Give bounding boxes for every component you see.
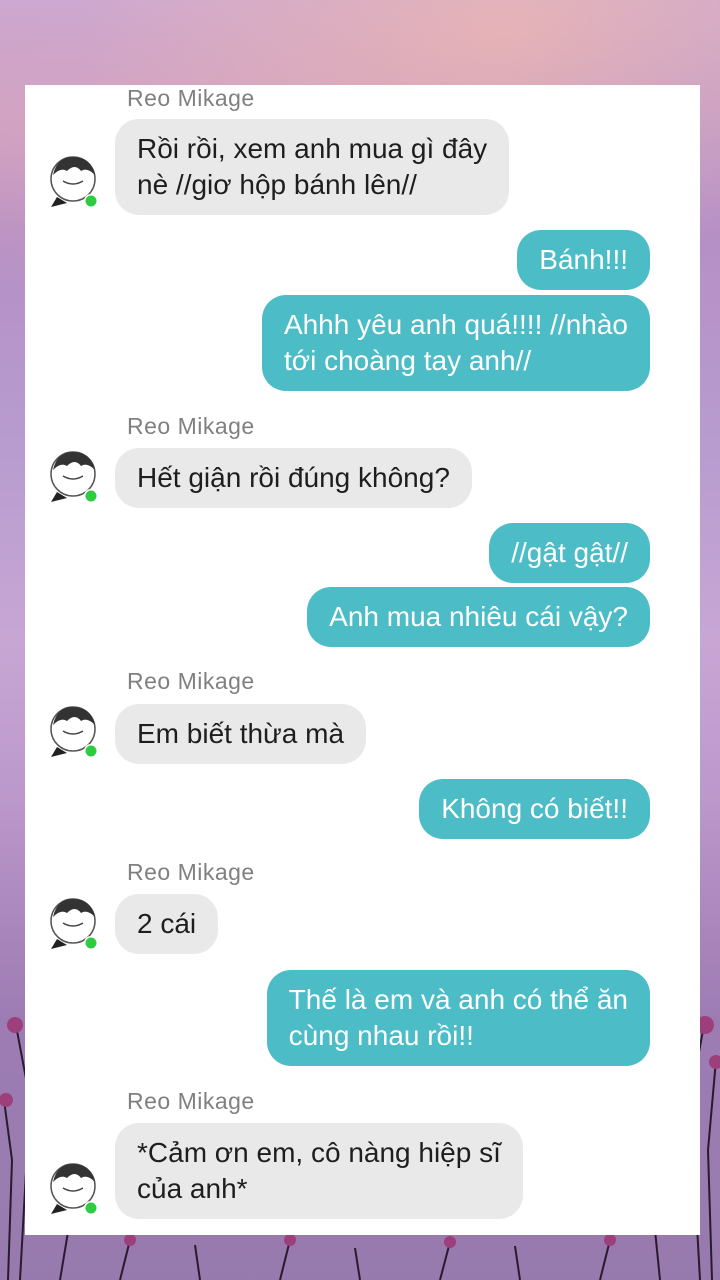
message-bubble-outgoing[interactable]: Không có biết!! (419, 779, 650, 839)
sender-name: Reo Mikage (127, 85, 255, 111)
character-avatar-icon[interactable] (47, 1160, 99, 1216)
online-status-icon (85, 745, 97, 757)
sender-name: Reo Mikage (127, 859, 255, 885)
sender-name: Reo Mikage (127, 413, 255, 439)
sender-name: Reo Mikage (127, 1088, 255, 1114)
online-status-icon (85, 195, 97, 207)
online-status-icon (85, 937, 97, 949)
message-bubble-incoming[interactable]: Hết giận rồi đúng không? (115, 448, 472, 508)
message-bubble-incoming[interactable]: Em biết thừa mà (115, 704, 367, 764)
online-status-icon (85, 1202, 97, 1214)
message-bubble-outgoing[interactable]: Ahhh yêu anh quá!!!! //nhào tới choàng t… (261, 295, 650, 391)
character-avatar-icon[interactable] (47, 703, 99, 759)
sender-name: Reo Mikage (127, 668, 255, 694)
message-bubble-outgoing[interactable]: Thế là em và anh có thể ăn cùng nhau rồi… (266, 970, 650, 1066)
message-bubble-outgoing[interactable]: //gật gật// (489, 523, 650, 583)
character-avatar-icon[interactable] (47, 895, 99, 951)
chat-panel[interactable]: Reo Mikage Rồi rồi, xem anh mua gì đây n… (25, 85, 700, 1235)
character-avatar-icon[interactable] (47, 448, 99, 504)
character-avatar-icon[interactable] (47, 153, 99, 209)
message-bubble-outgoing[interactable]: Anh mua nhiêu cái vậy? (307, 587, 650, 647)
message-bubble-outgoing[interactable]: Bánh!!! (517, 230, 650, 290)
message-bubble-incoming[interactable]: *Cảm ơn em, cô nàng hiệp sĩ của anh* (115, 1123, 523, 1219)
message-bubble-incoming[interactable]: 2 cái (115, 894, 219, 954)
online-status-icon (85, 490, 97, 502)
message-bubble-incoming[interactable]: Rồi rồi, xem anh mua gì đây nè //giơ hộp… (115, 119, 510, 215)
